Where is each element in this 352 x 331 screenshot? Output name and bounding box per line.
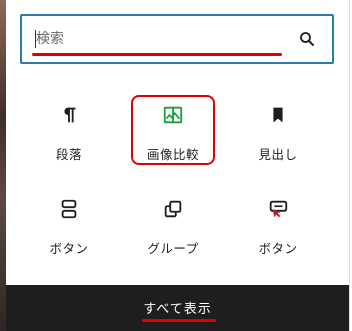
search-box[interactable] bbox=[20, 14, 334, 64]
show-all-button[interactable]: すべて表示 bbox=[6, 298, 349, 317]
block-image-compare[interactable]: 画像比較 bbox=[123, 94, 223, 174]
footer-bar: すべて表示 bbox=[6, 285, 349, 331]
search-icon[interactable] bbox=[298, 30, 316, 48]
block-label: ボタン bbox=[258, 241, 298, 256]
button-cursor-icon bbox=[269, 200, 288, 218]
block-inserter-panel: 段落 画像比較 見出し ボタン グループ bbox=[6, 0, 350, 331]
search-input[interactable] bbox=[36, 28, 276, 50]
block-label: 画像比較 bbox=[146, 147, 199, 162]
block-group[interactable]: グループ bbox=[123, 188, 223, 268]
annotation-underline-show-all bbox=[142, 319, 216, 322]
annotation-underline-search bbox=[32, 53, 282, 56]
block-label: グループ bbox=[147, 241, 199, 256]
buttons-icon bbox=[61, 199, 77, 219]
group-icon bbox=[164, 200, 182, 218]
block-label: ボタン bbox=[49, 241, 89, 256]
block-label: 見出し bbox=[258, 147, 298, 162]
bookmark-heading-icon bbox=[273, 107, 283, 123]
text-caret bbox=[35, 30, 36, 48]
block-label: 段落 bbox=[55, 147, 82, 162]
paragraph-icon bbox=[64, 107, 76, 123]
block-heading[interactable]: 見出し bbox=[228, 94, 328, 174]
block-paragraph[interactable]: 段落 bbox=[19, 94, 119, 174]
image-compare-icon bbox=[163, 106, 183, 124]
block-button[interactable]: ボタン bbox=[228, 188, 328, 268]
block-buttons[interactable]: ボタン bbox=[19, 188, 119, 268]
